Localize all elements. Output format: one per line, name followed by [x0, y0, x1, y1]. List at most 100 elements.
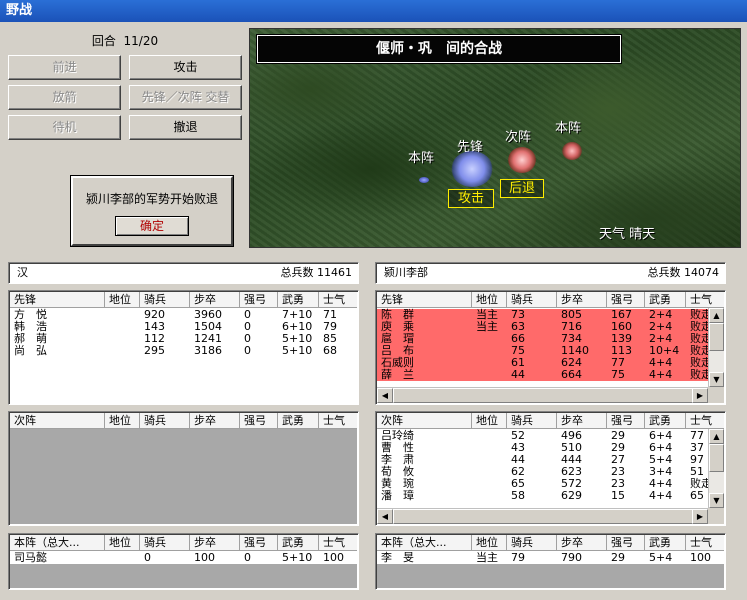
table-row[interactable]: 薛 兰 44 664 75 4+4 败走 [377, 369, 724, 381]
column-header-rank[interactable]: 地位 [472, 292, 507, 308]
column-header-inf[interactable]: 步卒 [557, 292, 607, 308]
cell-morale: 68 [323, 344, 337, 357]
table-header: 先锋 地位 骑兵 步卒 强弓 武勇 士气 [10, 292, 357, 308]
left-second-table[interactable]: 次阵 地位 骑兵 步卒 强弓 武勇 士气 [8, 411, 359, 526]
column-header-rank[interactable]: 地位 [105, 413, 140, 429]
unit-label-right-second: 次阵 [505, 130, 532, 145]
unit-label-right-main: 本阵 [555, 121, 582, 136]
horizontal-scrollbar[interactable]: ◀ ▶ [377, 508, 708, 524]
column-header-rank[interactable]: 地位 [472, 535, 507, 551]
column-header-cav[interactable]: 骑兵 [507, 292, 557, 308]
cell-name: 潘 璋 [381, 489, 414, 502]
horizontal-scrollbar[interactable]: ◀ ▶ [377, 387, 708, 403]
column-header-valor[interactable]: 武勇 [645, 413, 686, 429]
battle-map[interactable]: 偃师・巩 间的合战 本阵 先锋 次阵 本阵 攻击 后退 天气 晴天 [249, 28, 741, 248]
scroll-up-arrow-icon[interactable]: ▲ [709, 308, 724, 323]
table-header: 次阵 地位 骑兵 步卒 强弓 武勇 士气 [377, 413, 724, 429]
scroll-thumb[interactable] [709, 444, 724, 472]
cell-arch: 0 [244, 344, 251, 357]
vertical-scrollbar[interactable]: ▲ ▼ [708, 308, 724, 387]
column-header-cav[interactable]: 骑兵 [507, 535, 557, 551]
column-header-arch[interactable]: 强弓 [607, 413, 645, 429]
column-header-name[interactable]: 先锋 [377, 292, 472, 308]
column-header-morale[interactable]: 士气 [319, 413, 358, 429]
column-header-morale[interactable]: 士气 [686, 413, 725, 429]
column-header-rank[interactable]: 地位 [472, 413, 507, 429]
right-army-total: 总兵数 14074 [648, 263, 720, 283]
volley-button[interactable]: 放箭 [8, 85, 121, 110]
attack-button[interactable]: 攻击 [129, 55, 242, 80]
column-header-arch[interactable]: 强弓 [240, 413, 278, 429]
column-header-morale[interactable]: 士气 [319, 292, 358, 308]
right-vanguard-table[interactable]: 先锋 地位 骑兵 步卒 强弓 武勇 士气陈 群当主 73 805 167 2+4 败走庾 乘当主 63 7… [375, 290, 726, 405]
table-row[interactable]: 尚 弘 295 3186 0 5+10 68 [10, 345, 357, 357]
column-header-inf[interactable]: 步卒 [557, 535, 607, 551]
column-header-morale[interactable]: 士气 [319, 535, 358, 551]
column-header-cav[interactable]: 骑兵 [507, 413, 557, 429]
wait-button[interactable]: 待机 [8, 115, 121, 140]
column-header-name[interactable]: 先锋 [10, 292, 105, 308]
swap-vanguard-button[interactable]: 先锋／次阵 交替 [129, 85, 242, 110]
right-army-summary: 颍川李部 总兵数 14074 [375, 262, 726, 284]
cell-inf: 629 [561, 489, 582, 502]
weather-indicator: 天气 晴天 [599, 223, 655, 242]
column-header-name[interactable]: 次阵 [377, 413, 472, 429]
column-header-cav[interactable]: 骑兵 [140, 535, 190, 551]
column-header-inf[interactable]: 步卒 [557, 413, 607, 429]
column-header-rank[interactable]: 地位 [105, 292, 140, 308]
column-header-valor[interactable]: 武勇 [278, 413, 319, 429]
column-header-valor[interactable]: 武勇 [278, 292, 319, 308]
left-total-value: 11461 [317, 266, 352, 279]
column-header-morale[interactable]: 士气 [686, 292, 725, 308]
column-header-cav[interactable]: 骑兵 [140, 413, 190, 429]
column-header-inf[interactable]: 步卒 [190, 292, 240, 308]
cell-valor: 5+10 [282, 344, 313, 357]
scroll-down-arrow-icon[interactable]: ▼ [709, 493, 724, 508]
column-header-arch[interactable]: 强弓 [240, 292, 278, 308]
scroll-right-arrow-icon[interactable]: ▶ [692, 509, 708, 524]
right-second-army-marker [508, 147, 536, 173]
cell-arch: 15 [611, 489, 625, 502]
scroll-right-arrow-icon[interactable]: ▶ [692, 388, 708, 403]
column-header-morale[interactable]: 士气 [686, 535, 725, 551]
table-row[interactable]: 潘 璋 58 629 15 4+4 65 [377, 490, 724, 502]
column-header-arch[interactable]: 强弓 [240, 535, 278, 551]
weather-label: 天气 [599, 227, 626, 242]
right-main-army-marker [562, 142, 582, 160]
column-header-name[interactable]: 次阵 [10, 413, 105, 429]
scroll-thumb[interactable] [709, 323, 724, 351]
confirm-button[interactable]: 确定 [115, 216, 189, 236]
column-header-name[interactable]: 本阵（总大... [10, 535, 105, 551]
table-header: 本阵（总大... 地位 骑兵 步卒 强弓 武勇 士气 [10, 535, 357, 551]
left-van-army-marker [451, 151, 493, 187]
column-header-rank[interactable]: 地位 [105, 535, 140, 551]
scroll-up-arrow-icon[interactable]: ▲ [709, 429, 724, 444]
scroll-down-arrow-icon[interactable]: ▼ [709, 372, 724, 387]
cell-name: 薛 兰 [381, 368, 414, 381]
column-header-valor[interactable]: 武勇 [645, 292, 686, 308]
column-header-arch[interactable]: 强弓 [607, 535, 645, 551]
advance-button[interactable]: 前进 [8, 55, 121, 80]
column-header-name[interactable]: 本阵（总大... [377, 535, 472, 551]
column-header-inf[interactable]: 步卒 [190, 535, 240, 551]
column-header-valor[interactable]: 武勇 [645, 535, 686, 551]
right-second-table[interactable]: 次阵 地位 骑兵 步卒 强弓 武勇 士气 吕玲绮 52 496 29 6+4 77 曹 性 43 510 29 6… [375, 411, 726, 526]
right-main-table[interactable]: 本阵（总大... 地位 骑兵 步卒 强弓 武勇 士气李 旻 当主 79 790 29 5+4 100 [375, 533, 726, 590]
table-header: 先锋 地位 骑兵 步卒 强弓 武勇 士气 [377, 292, 724, 308]
retreat-button[interactable]: 撤退 [129, 115, 242, 140]
table-row[interactable]: 李 旻 当主 79 790 29 5+4 100 [377, 552, 724, 564]
scroll-thumb[interactable] [393, 388, 693, 403]
scroll-left-arrow-icon[interactable]: ◀ [377, 509, 393, 524]
column-header-valor[interactable]: 武勇 [278, 535, 319, 551]
left-main-table[interactable]: 本阵（总大... 地位 骑兵 步卒 强弓 武勇 士气 司马懿 0 100 0 5+10 100 [8, 533, 359, 590]
vertical-scrollbar[interactable]: ▲ ▼ [708, 429, 724, 508]
column-header-arch[interactable]: 强弓 [607, 292, 645, 308]
scroll-thumb[interactable] [393, 509, 693, 524]
column-header-cav[interactable]: 骑兵 [140, 292, 190, 308]
cell-valor: 4+4 [649, 489, 673, 502]
column-header-inf[interactable]: 步卒 [190, 413, 240, 429]
scroll-left-arrow-icon[interactable]: ◀ [377, 388, 393, 403]
table-row[interactable]: 司马懿 0 100 0 5+10 100 [10, 552, 357, 564]
left-vanguard-table[interactable]: 先锋 地位 骑兵 步卒 强弓 武勇 士气方 悦 920 3960 0 7+10 71 韩 浩 143 150… [8, 290, 359, 405]
cell-morale: 65 [690, 489, 704, 502]
